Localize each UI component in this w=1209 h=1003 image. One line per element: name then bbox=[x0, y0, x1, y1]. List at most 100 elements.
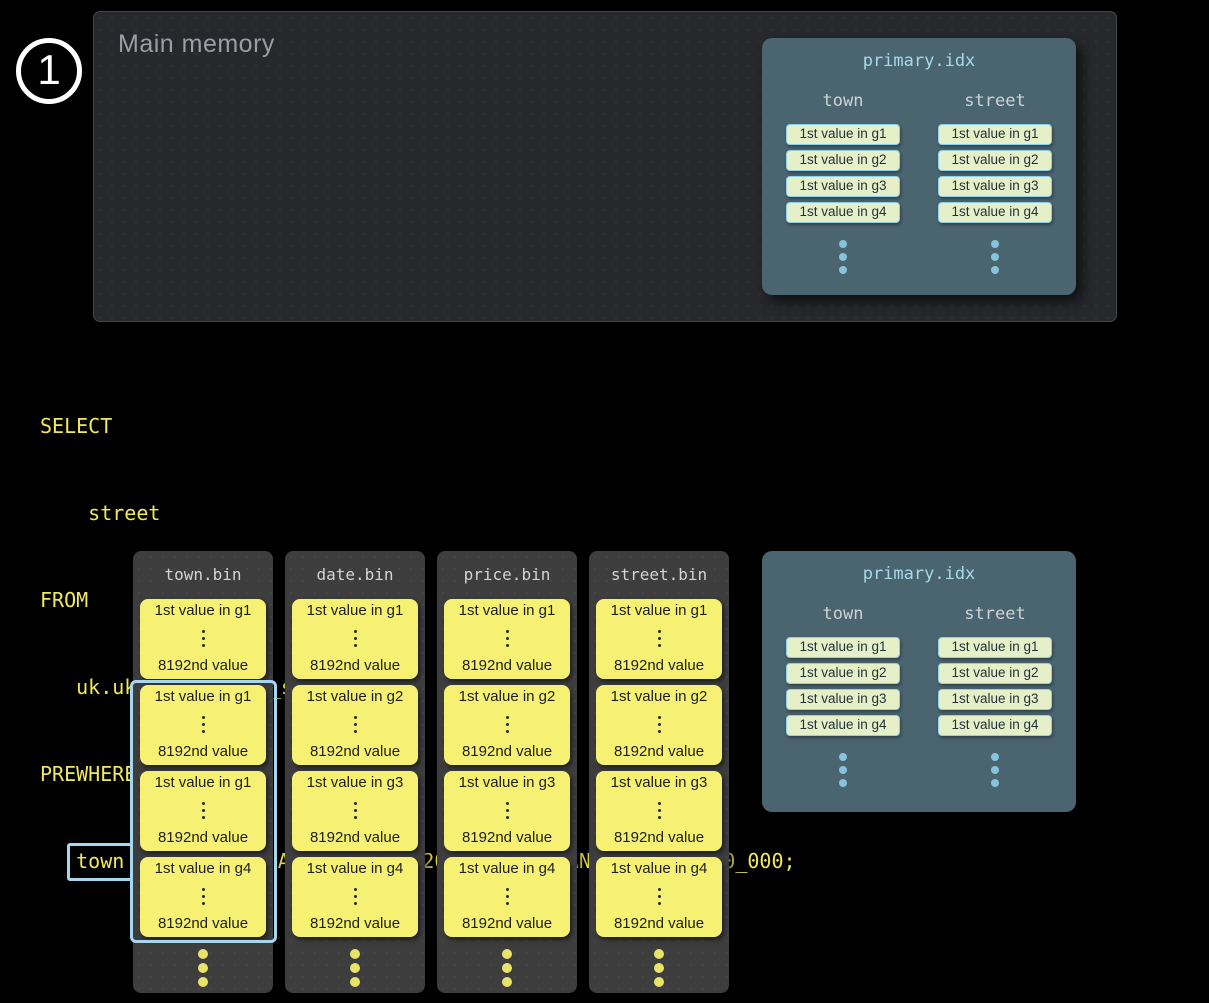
index-entry: 1st value in g1 bbox=[786, 637, 900, 658]
granule-last-value: 8192nd value bbox=[158, 915, 248, 932]
granule-first-value: 1st value in g2 bbox=[459, 688, 556, 705]
vertical-ellipsis-icon bbox=[991, 237, 999, 276]
primary-idx-columns: town 1st value in g1 1st value in g2 1st… bbox=[762, 91, 1076, 276]
index-entry: 1st value in g2 bbox=[786, 150, 900, 171]
vertical-ellipsis-icon bbox=[658, 628, 661, 649]
granule-first-value: 1st value in g1 bbox=[459, 602, 556, 619]
granule-first-value: 1st value in g1 bbox=[155, 774, 252, 791]
vertical-ellipsis-icon bbox=[285, 947, 425, 989]
granule-first-value: 1st value in g3 bbox=[459, 774, 556, 791]
index-entry: 1st value in g3 bbox=[786, 176, 900, 197]
granule-last-value: 8192nd value bbox=[614, 829, 704, 846]
bin-file-town: town.bin 1st value in g1 8192nd value 1s… bbox=[133, 551, 273, 993]
index-entry: 1st value in g3 bbox=[938, 689, 1052, 710]
granule-block: 1st value in g4 8192nd value bbox=[140, 857, 266, 937]
bin-file-title: price.bin bbox=[437, 551, 577, 599]
primary-idx-street-column: street 1st value in g1 1st value in g2 1… bbox=[934, 91, 1056, 276]
granule-block: 1st value in g3 8192nd value bbox=[444, 771, 570, 851]
index-entry: 1st value in g4 bbox=[938, 202, 1052, 223]
granule-last-value: 8192nd value bbox=[158, 743, 248, 760]
index-entry: 1st value in g4 bbox=[786, 202, 900, 223]
step-number: 1 bbox=[37, 49, 60, 91]
vertical-ellipsis-icon bbox=[202, 800, 205, 821]
granule-block: 1st value in g3 8192nd value bbox=[292, 771, 418, 851]
vertical-ellipsis-icon bbox=[354, 800, 357, 821]
primary-idx-title: primary.idx bbox=[762, 551, 1076, 584]
granule-first-value: 1st value in g1 bbox=[155, 688, 252, 705]
vertical-ellipsis-icon bbox=[354, 886, 357, 907]
granule-first-value: 1st value in g1 bbox=[155, 602, 252, 619]
primary-idx-panel-top: primary.idx town 1st value in g1 1st val… bbox=[762, 38, 1076, 295]
street-column-header: street bbox=[964, 604, 1025, 624]
granule-last-value: 8192nd value bbox=[310, 829, 400, 846]
granule-last-value: 8192nd value bbox=[614, 915, 704, 932]
granule-last-value: 8192nd value bbox=[310, 915, 400, 932]
vertical-ellipsis-icon bbox=[589, 947, 729, 989]
vertical-ellipsis-icon bbox=[658, 886, 661, 907]
vertical-ellipsis-icon bbox=[839, 237, 847, 276]
vertical-ellipsis-icon bbox=[506, 628, 509, 649]
primary-idx-columns: town 1st value in g1 1st value in g2 1st… bbox=[762, 604, 1076, 789]
index-entry: 1st value in g2 bbox=[938, 663, 1052, 684]
town-column-header: town bbox=[823, 91, 864, 111]
primary-idx-town-column: town 1st value in g1 1st value in g2 1st… bbox=[782, 91, 904, 276]
index-entry: 1st value in g4 bbox=[938, 715, 1052, 736]
granule-last-value: 8192nd value bbox=[614, 657, 704, 674]
granule-block: 1st value in g4 8192nd value bbox=[596, 857, 722, 937]
granule-block: 1st value in g4 8192nd value bbox=[292, 857, 418, 937]
granule-block: 1st value in g2 8192nd value bbox=[292, 685, 418, 765]
diagram-canvas: 1 Main memory primary.idx town 1st value… bbox=[0, 0, 1209, 1003]
granule-first-value: 1st value in g1 bbox=[307, 602, 404, 619]
granule-block: 1st value in g1 8192nd value bbox=[140, 771, 266, 851]
bin-file-street: street.bin 1st value in g1 8192nd value … bbox=[589, 551, 729, 993]
granule-block: 1st value in g1 8192nd value bbox=[292, 599, 418, 679]
granule-last-value: 8192nd value bbox=[158, 657, 248, 674]
granule-first-value: 1st value in g3 bbox=[307, 774, 404, 791]
granule-block: 1st value in g1 8192nd value bbox=[596, 599, 722, 679]
index-entry: 1st value in g4 bbox=[786, 715, 900, 736]
primary-idx-town-column: town 1st value in g1 1st value in g2 1st… bbox=[782, 604, 904, 789]
index-entry: 1st value in g1 bbox=[786, 124, 900, 145]
main-memory-title: Main memory bbox=[118, 30, 275, 59]
granule-last-value: 8192nd value bbox=[462, 915, 552, 932]
index-entry: 1st value in g2 bbox=[786, 663, 900, 684]
granule-last-value: 8192nd value bbox=[310, 657, 400, 674]
granule-block: 1st value in g1 8192nd value bbox=[140, 599, 266, 679]
granule-block: 1st value in g4 8192nd value bbox=[444, 857, 570, 937]
granule-first-value: 1st value in g4 bbox=[307, 860, 404, 877]
vertical-ellipsis-icon bbox=[658, 800, 661, 821]
vertical-ellipsis-icon bbox=[506, 714, 509, 735]
index-entry: 1st value in g1 bbox=[938, 124, 1052, 145]
index-entry: 1st value in g3 bbox=[786, 689, 900, 710]
granule-block: 1st value in g2 8192nd value bbox=[444, 685, 570, 765]
index-entry: 1st value in g2 bbox=[938, 150, 1052, 171]
bin-file-title: street.bin bbox=[589, 551, 729, 599]
vertical-ellipsis-icon bbox=[991, 750, 999, 789]
vertical-ellipsis-icon bbox=[202, 714, 205, 735]
granule-last-value: 8192nd value bbox=[462, 829, 552, 846]
granule-block: 1st value in g1 8192nd value bbox=[140, 685, 266, 765]
vertical-ellipsis-icon bbox=[658, 714, 661, 735]
granule-last-value: 8192nd value bbox=[462, 657, 552, 674]
granule-block: 1st value in g1 8192nd value bbox=[444, 599, 570, 679]
granule-block: 1st value in g3 8192nd value bbox=[596, 771, 722, 851]
granule-first-value: 1st value in g1 bbox=[611, 602, 708, 619]
bin-file-price: price.bin 1st value in g1 8192nd value 1… bbox=[437, 551, 577, 993]
vertical-ellipsis-icon bbox=[354, 714, 357, 735]
bin-file-title: date.bin bbox=[285, 551, 425, 599]
vertical-ellipsis-icon bbox=[839, 750, 847, 789]
vertical-ellipsis-icon bbox=[202, 628, 205, 649]
vertical-ellipsis-icon bbox=[506, 886, 509, 907]
sql-select-keyword: SELECT bbox=[40, 412, 796, 441]
granule-first-value: 1st value in g4 bbox=[611, 860, 708, 877]
granule-last-value: 8192nd value bbox=[310, 743, 400, 760]
primary-idx-panel-bottom: primary.idx town 1st value in g1 1st val… bbox=[762, 551, 1076, 812]
vertical-ellipsis-icon bbox=[202, 886, 205, 907]
street-column-header: street bbox=[964, 91, 1025, 111]
town-column-header: town bbox=[823, 604, 864, 624]
vertical-ellipsis-icon bbox=[354, 628, 357, 649]
granule-first-value: 1st value in g3 bbox=[611, 774, 708, 791]
primary-idx-street-column: street 1st value in g1 1st value in g2 1… bbox=[934, 604, 1056, 789]
bin-file-date: date.bin 1st value in g1 8192nd value 1s… bbox=[285, 551, 425, 993]
granule-block: 1st value in g2 8192nd value bbox=[596, 685, 722, 765]
